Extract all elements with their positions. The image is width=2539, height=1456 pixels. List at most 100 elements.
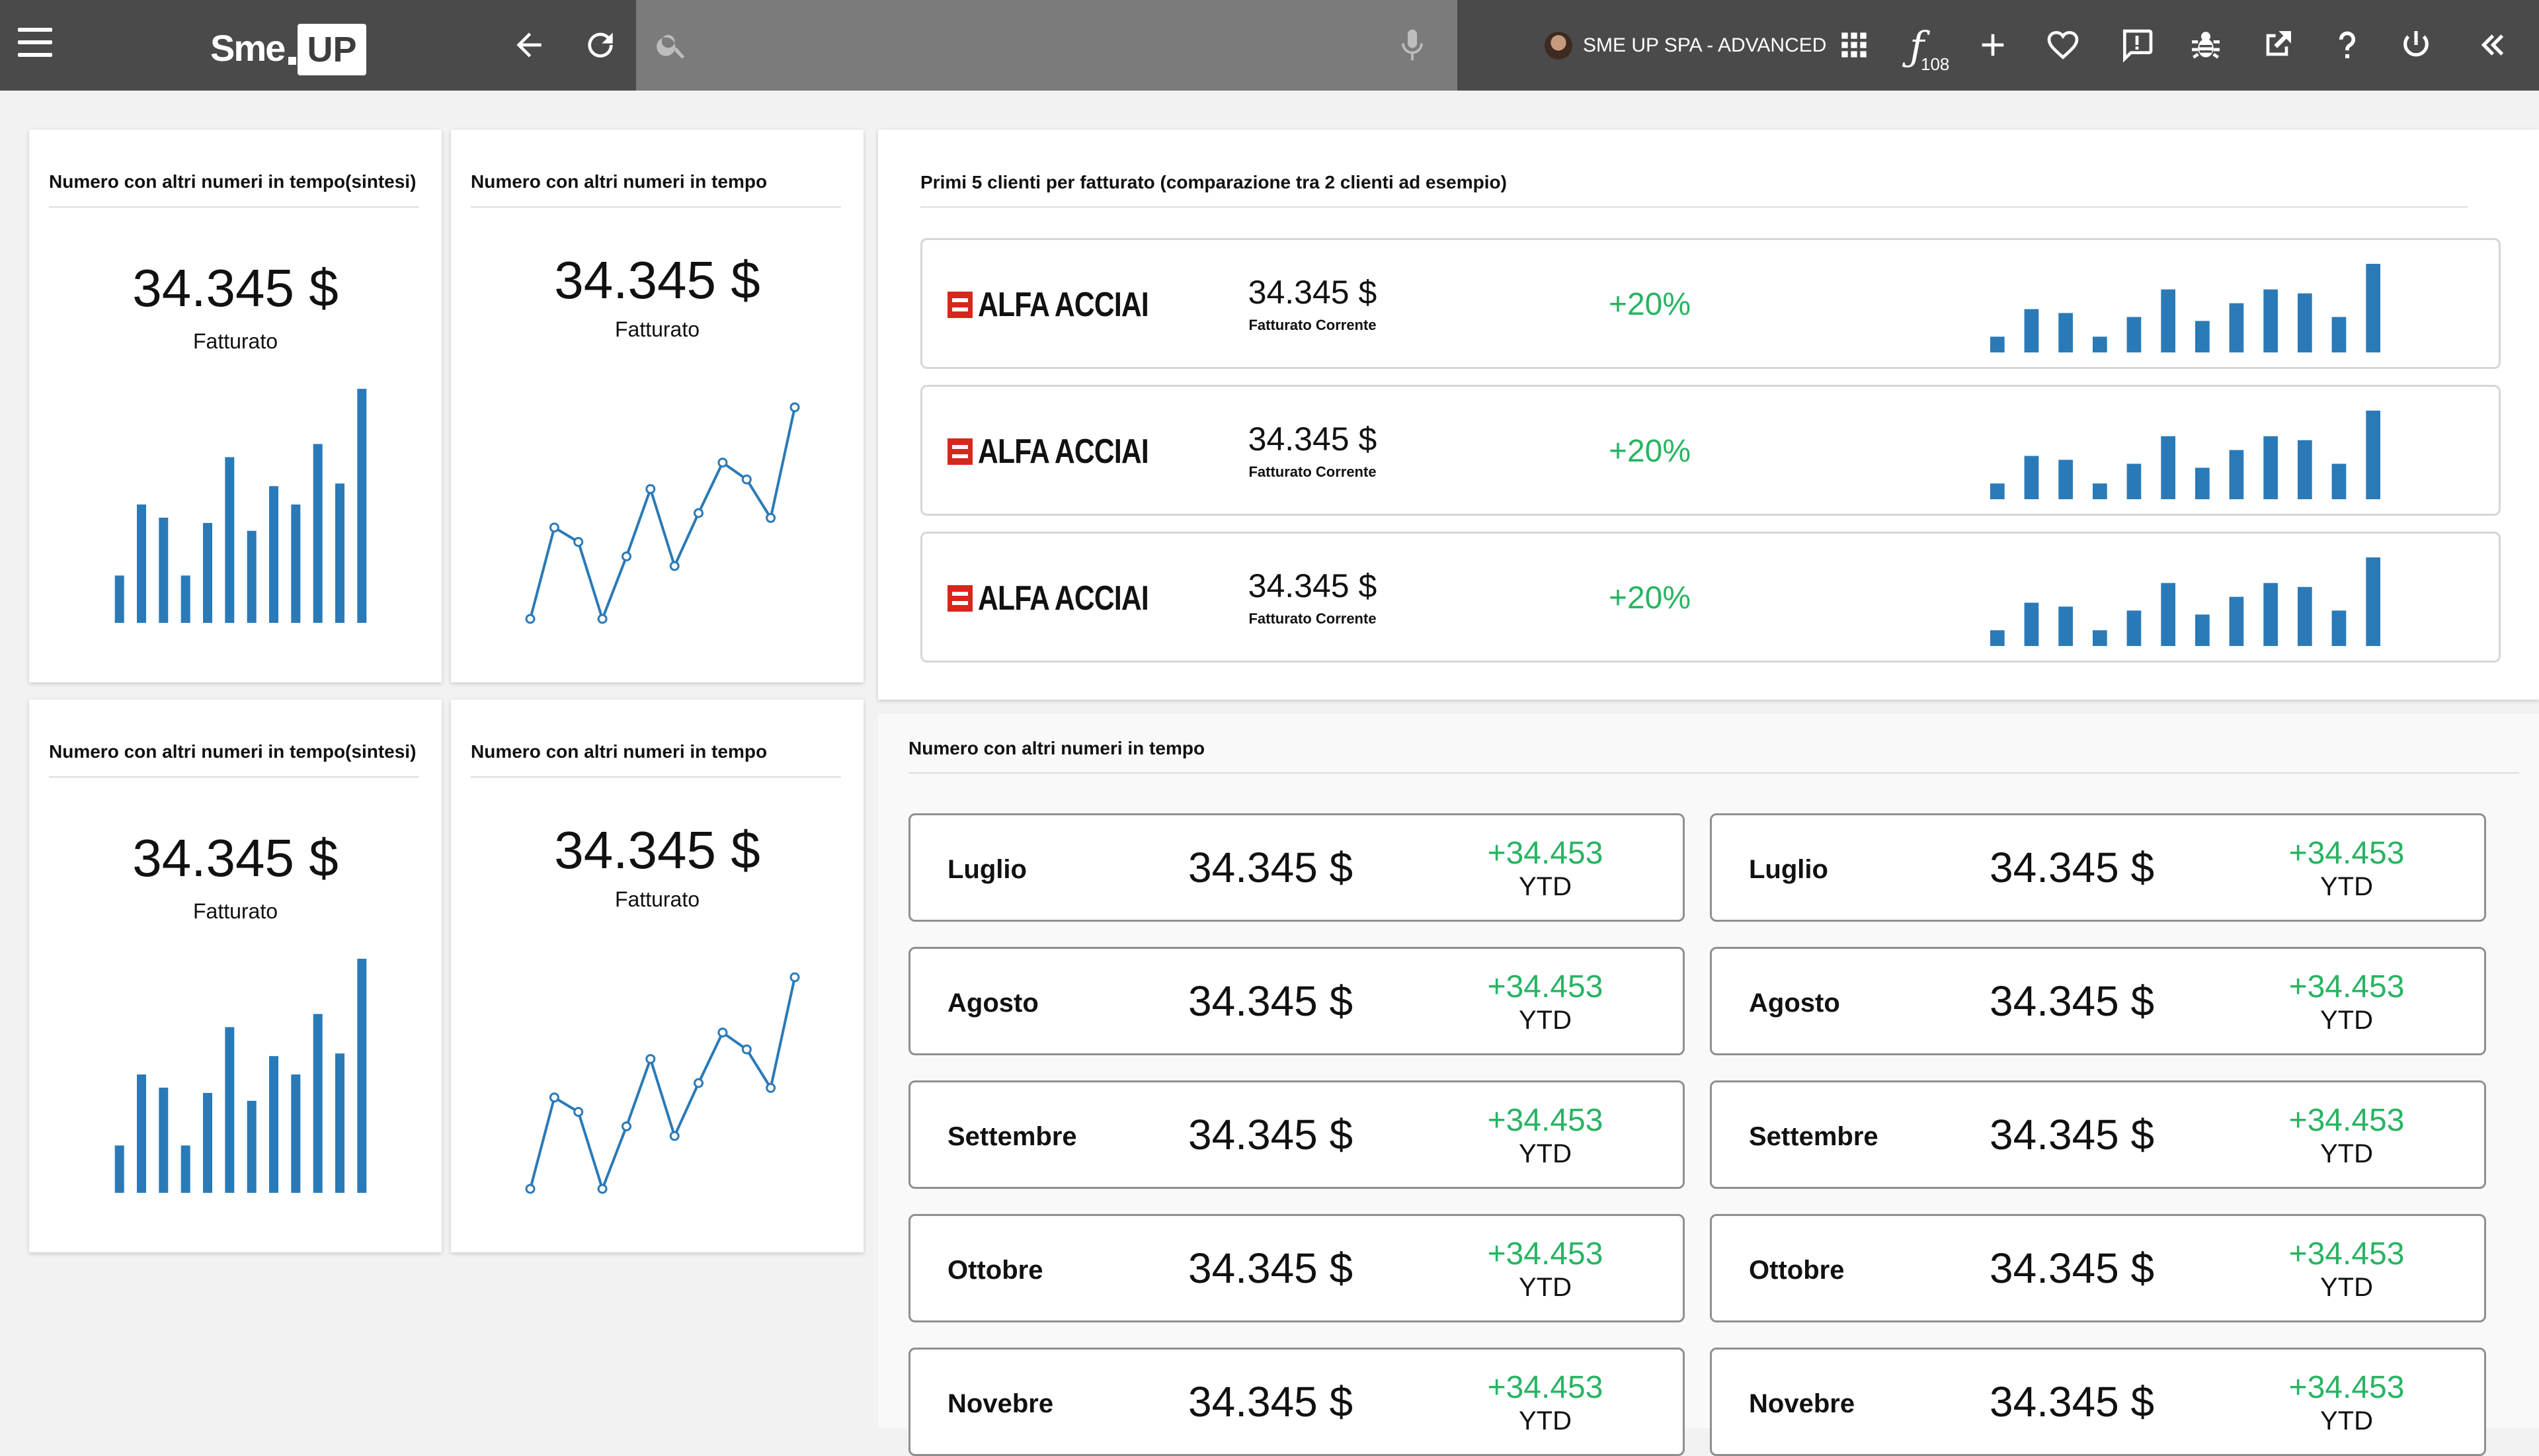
month-tile[interactable]: Agosto 34.345 $ +34.453 YTD — [908, 947, 1685, 1055]
chart-bar — [2263, 436, 2278, 499]
month-tile[interactable]: Settembre 34.345 $ +34.453 YTD — [1710, 1080, 2486, 1189]
month-value: 34.345 $ — [1188, 1111, 1353, 1158]
month-delta-unit: YTD — [1519, 1406, 1572, 1436]
open-external-icon[interactable] — [2259, 26, 2296, 63]
month-delta: +34.453 — [2288, 1236, 2405, 1272]
kpi-value: 34.345 $ — [132, 259, 339, 317]
chart-point — [573, 537, 584, 547]
chart-bar — [2058, 606, 2073, 646]
chart-bar — [2161, 583, 2175, 646]
month-delta-unit: YTD — [1519, 1006, 1572, 1035]
client-revenue-label: Fatturato Corrente — [1248, 610, 1377, 627]
month-delta-unit: YTD — [2320, 1139, 2373, 1168]
chart-point — [694, 508, 704, 518]
feedback-icon[interactable] — [2118, 26, 2156, 63]
chart-bar — [2366, 557, 2380, 646]
collapse-icon[interactable] — [2473, 26, 2510, 63]
chart-bar — [2126, 317, 2142, 352]
chart-bar — [2331, 464, 2347, 499]
client-bar-chart — [1990, 411, 2380, 499]
logo-text-up: UP — [298, 24, 366, 75]
chart-bar — [2298, 586, 2312, 646]
plus-icon[interactable] — [1974, 26, 2011, 63]
month-tile[interactable]: Ottobre 34.345 $ +34.453 YTD — [1710, 1214, 2486, 1322]
chart-bar — [291, 505, 301, 623]
chart-bar — [114, 575, 124, 623]
month-delta: +34.453 — [2288, 1103, 2405, 1138]
kpi-card: Numero con altri numeri in tempo 34.345 … — [451, 700, 864, 1252]
logo-text-sme: Sme — [210, 27, 286, 69]
chart-bar — [2024, 602, 2039, 646]
client-logo: ALFA ACCIAI — [947, 579, 1159, 618]
apps-grid-icon[interactable] — [1835, 26, 1873, 63]
month-delta-unit: YTD — [2320, 1006, 2373, 1035]
help-icon[interactable] — [2329, 26, 2366, 63]
chart-point — [597, 1184, 608, 1194]
panel-title: Primi 5 clienti per fatturato (comparazi… — [920, 172, 1507, 192]
chart-point — [549, 522, 559, 533]
chart-point — [766, 512, 776, 523]
client-logo: ALFA ACCIAI — [947, 432, 1159, 471]
client-revenue-value: 34.345 $ — [1248, 421, 1377, 458]
logo-dot — [288, 57, 296, 65]
month-tile[interactable]: Settembre 34.345 $ +34.453 YTD — [908, 1080, 1685, 1189]
month-delta: +34.453 — [1487, 1236, 1603, 1272]
chart-bar — [2263, 583, 2278, 646]
chart-bar — [2195, 614, 2210, 646]
kpi-card: Numero con altri numeri in tempo(sintesi… — [29, 130, 442, 682]
month-tile[interactable]: Novebre 34.345 $ +34.453 YTD — [1710, 1348, 2486, 1456]
chart-point — [717, 458, 728, 468]
client-logo-text: ALFA ACCIAI — [978, 286, 1149, 324]
client-row[interactable]: ALFA ACCIAI 34.345 $ Fatturato Corrente … — [920, 385, 2501, 516]
chart-bar — [357, 959, 367, 1193]
chart-bar — [2229, 596, 2244, 646]
avatar[interactable] — [1545, 32, 1572, 60]
client-delta: +20% — [1608, 434, 1691, 469]
chart-point — [717, 1028, 728, 1038]
chart-point — [741, 1044, 752, 1055]
chart-bar — [357, 389, 367, 623]
month-tile[interactable]: Ottobre 34.345 $ +34.453 YTD — [908, 1214, 1685, 1322]
kpi-value: 34.345 $ — [554, 251, 760, 309]
hamburger-menu-icon[interactable] — [18, 28, 52, 57]
chart-bar — [2331, 610, 2347, 646]
chart-bar — [137, 1074, 146, 1193]
search-input[interactable] — [636, 0, 1457, 91]
user-label[interactable]: SME UP SPA - ADVANCED — [1583, 34, 1826, 57]
kpi-line-chart — [525, 972, 800, 1194]
client-bar-chart — [1990, 557, 2380, 646]
month-delta-unit: YTD — [1519, 1139, 1572, 1168]
bug-icon[interactable] — [2187, 26, 2224, 63]
chart-bar — [159, 517, 169, 623]
client-row[interactable]: ALFA ACCIAI 34.345 $ Fatturato Corrente … — [920, 238, 2501, 369]
chart-bar — [1990, 483, 2005, 499]
top-bar: Sme UP SME UP SPA - ADVANCED ƒ 108 — [0, 0, 2539, 91]
back-arrow-icon[interactable] — [510, 26, 547, 63]
power-icon[interactable] — [2398, 26, 2435, 63]
month-delta-unit: YTD — [2320, 1406, 2373, 1436]
microphone-icon[interactable] — [1399, 26, 1426, 63]
month-delta: +34.453 — [1487, 836, 1603, 871]
month-tile[interactable]: Agosto 34.345 $ +34.453 YTD — [1710, 947, 2486, 1055]
month-tile[interactable]: Luglio 34.345 $ +34.453 YTD — [1710, 813, 2486, 922]
month-delta: +34.453 — [2288, 836, 2405, 871]
month-delta-unit: YTD — [1519, 872, 1572, 901]
month-tile[interactable]: Novebre 34.345 $ +34.453 YTD — [908, 1348, 1685, 1456]
card-title: Numero con altri numeri in tempo(sintesi… — [49, 741, 417, 762]
chart-bar — [2093, 630, 2107, 646]
month-value: 34.345 $ — [1188, 1378, 1353, 1426]
chart-bar — [2366, 264, 2380, 352]
chart-point — [694, 1078, 704, 1088]
chart-bar — [2058, 460, 2073, 499]
month-delta: +34.453 — [1487, 1370, 1603, 1405]
kpi-label: Fatturato — [614, 887, 700, 911]
chart-bar — [203, 522, 212, 623]
heart-icon[interactable] — [2044, 26, 2081, 63]
chart-point — [525, 1184, 536, 1194]
refresh-icon[interactable] — [582, 26, 619, 63]
month-tile[interactable]: Luglio 34.345 $ +34.453 YTD — [908, 813, 1685, 922]
chart-bar — [2229, 303, 2244, 352]
client-row[interactable]: ALFA ACCIAI 34.345 $ Fatturato Corrente … — [920, 532, 2501, 663]
chart-point — [789, 402, 800, 413]
chart-bar — [2331, 317, 2347, 352]
